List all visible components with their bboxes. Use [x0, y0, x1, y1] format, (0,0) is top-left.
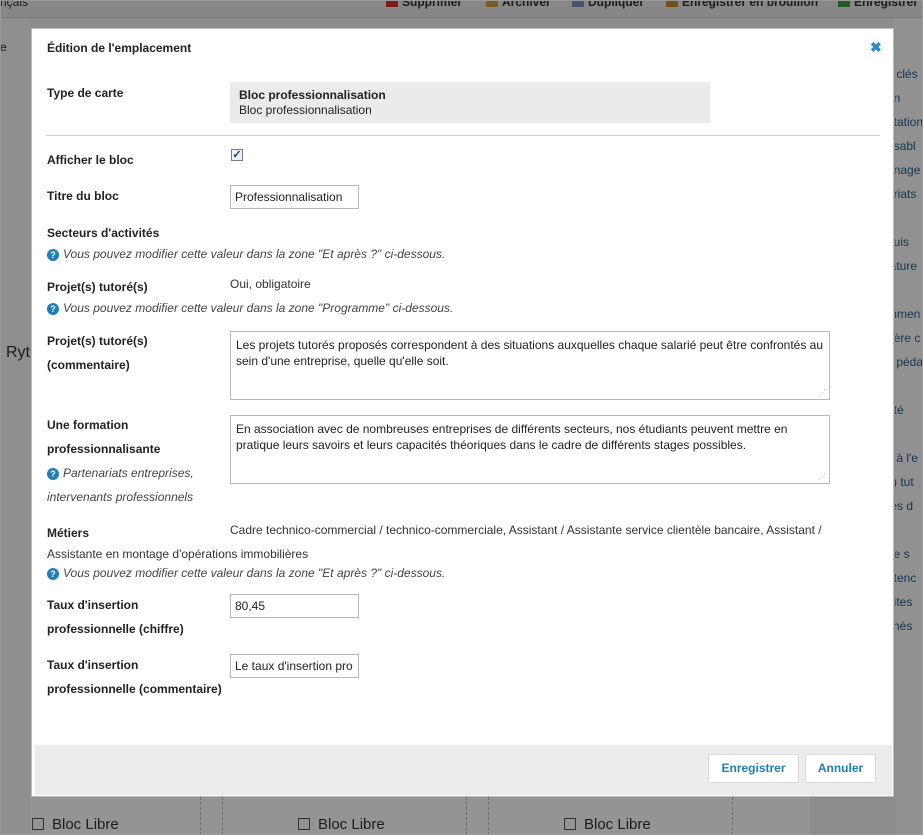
metiers-hint: ? Vous pouvez modifier cette valeur dans …	[47, 565, 445, 581]
formation-hint-text: Partenariats entreprises,	[63, 466, 194, 480]
help-icon: ?	[47, 249, 59, 261]
close-icon[interactable]: ✖	[870, 39, 882, 56]
titre-label: Titre du bloc	[47, 189, 119, 203]
projets-hint: ? Vous pouvez modifier cette valeur dans …	[47, 300, 453, 316]
save-button[interactable]: Enregistrer	[708, 754, 799, 783]
secteurs-hint: ? Vous pouvez modifier cette valeur dans …	[47, 246, 445, 262]
projets-comment-label-line2: (commentaire)	[47, 358, 130, 372]
taux-chiffre-label-line2: professionnelle (chiffre)	[47, 622, 184, 636]
titre-input[interactable]: Professionnalisation	[230, 185, 359, 209]
separator	[46, 135, 880, 136]
afficher-checkbox[interactable]: ✓	[231, 149, 243, 161]
taux-chiffre-input[interactable]: 80,45	[230, 594, 359, 618]
secteurs-hint-text: Vous pouvez modifier cette valeur dans l…	[63, 247, 446, 261]
type-carte-line2: Bloc professionnalisation	[239, 103, 372, 117]
metiers-hint-text: Vous pouvez modifier cette valeur dans l…	[63, 566, 446, 580]
resize-handle-icon[interactable]: ⋰	[818, 389, 826, 397]
cancel-button[interactable]: Annuler	[805, 754, 876, 783]
projets-comment-textarea[interactable]: Les projets tutorés proposés corresponde…	[230, 331, 830, 400]
type-carte-label: Type de carte	[47, 86, 124, 100]
formation-hint-line1: ? Partenariats entreprises,	[47, 465, 194, 481]
formation-hint-line2: intervenants professionnels	[47, 490, 194, 504]
formation-label-line2: professionnalisante	[47, 442, 161, 456]
edit-location-dialog: Édition de l'emplacement ✖ Type de carte…	[31, 28, 894, 797]
projets-label: Projet(s) tutoré(s)	[47, 280, 148, 294]
help-icon: ?	[47, 568, 59, 580]
secteurs-label: Secteurs d'activités	[47, 226, 160, 240]
projets-comment-label-line1: Projet(s) tutoré(s)	[47, 334, 148, 348]
projets-value: Oui, obligatoire	[230, 277, 311, 291]
dialog-title: Édition de l'emplacement	[47, 41, 192, 55]
type-carte-line1: Bloc professionnalisation	[239, 88, 386, 102]
projets-hint-text: Vous pouvez modifier cette valeur dans l…	[63, 301, 454, 315]
resize-handle-icon[interactable]: ⋰	[818, 473, 826, 481]
taux-comment-label-line2: professionnelle (commentaire)	[47, 682, 222, 696]
type-carte-value: Bloc professionnalisation Bloc professio…	[230, 82, 710, 123]
metiers-value-line1: Cadre technico-commercial / technico-com…	[230, 523, 822, 537]
afficher-label: Afficher le bloc	[47, 153, 134, 167]
help-icon: ?	[47, 468, 59, 480]
taux-comment-input[interactable]: Le taux d'insertion pro	[230, 654, 359, 678]
taux-chiffre-label-line1: Taux d'insertion	[47, 598, 139, 612]
formation-textarea[interactable]: En association avec de nombreuses entrep…	[230, 415, 830, 484]
metiers-label: Métiers	[47, 526, 90, 540]
dialog-footer: Enregistrer Annuler	[35, 745, 892, 795]
formation-label-line1: Une formation	[47, 418, 129, 432]
help-icon: ?	[47, 303, 59, 315]
taux-comment-label-line1: Taux d'insertion	[47, 658, 139, 672]
metiers-value-line2: Assistante en montage d'opérations immob…	[47, 547, 309, 561]
